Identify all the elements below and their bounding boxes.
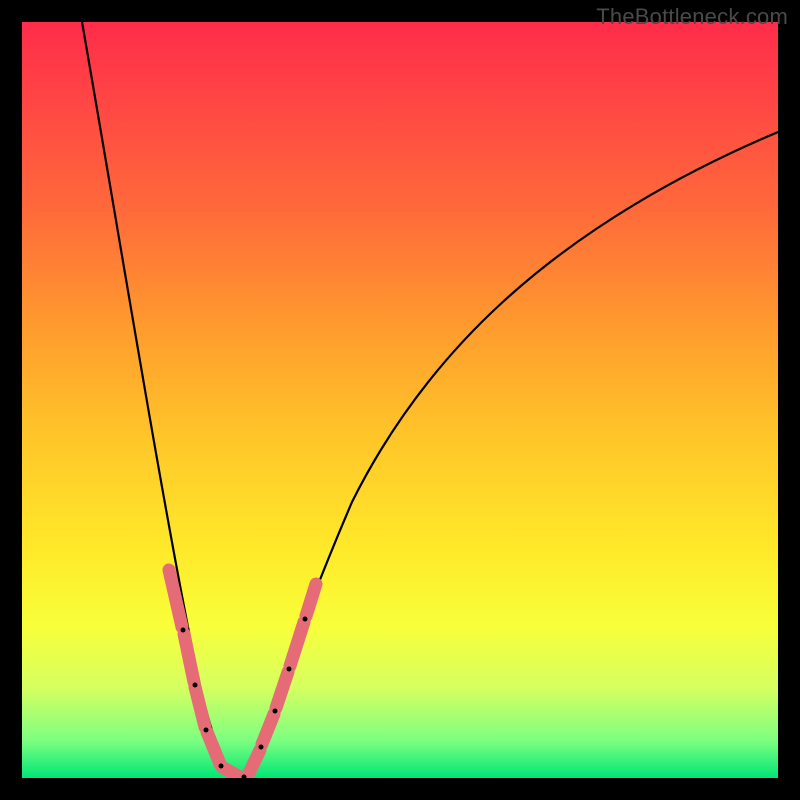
- plot-overlay: [22, 22, 778, 778]
- highlight-ticks-right: [248, 584, 316, 775]
- watermark-text: TheBottleneck.com: [596, 4, 788, 30]
- left-curve: [82, 22, 237, 778]
- right-curve: [244, 132, 778, 778]
- gradient-plot-area: [22, 22, 778, 778]
- curve-dots: [181, 617, 308, 779]
- highlight-ticks-left: [169, 570, 240, 777]
